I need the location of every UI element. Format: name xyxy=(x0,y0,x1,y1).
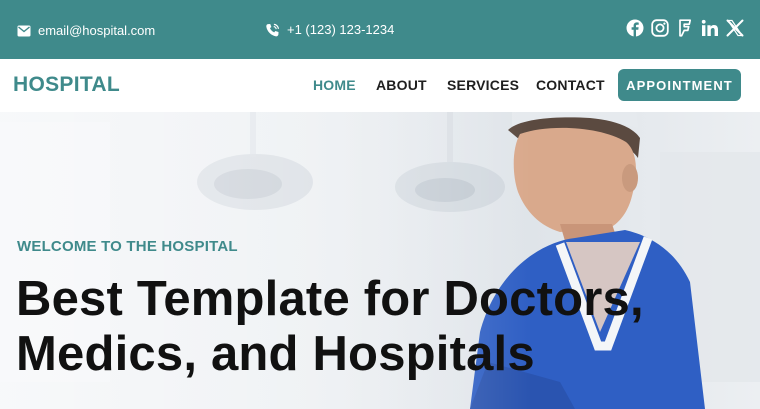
hero-eyebrow: WELCOME TO THE HOSPITAL xyxy=(17,238,238,255)
top-bar: email@hospital.com +1 (123) 123-1234 xyxy=(0,0,760,59)
instagram-icon[interactable] xyxy=(651,19,669,37)
phone-text: +1 (123) 123-1234 xyxy=(287,22,395,37)
envelope-icon xyxy=(17,25,31,37)
contact-email[interactable]: email@hospital.com xyxy=(17,22,155,40)
email-text: email@hospital.com xyxy=(38,23,156,38)
x-icon[interactable] xyxy=(726,19,744,37)
hero-section: WELCOME TO THE HOSPITAL Best Template fo… xyxy=(0,112,760,409)
contact-phone[interactable]: +1 (123) 123-1234 xyxy=(265,21,394,39)
hero-headline: Best Template for Doctors, Medics, and H… xyxy=(16,272,716,382)
nav-link-about[interactable]: ABOUT xyxy=(376,77,427,93)
hero-headline-line-2: Medics, and Hospitals xyxy=(16,327,535,381)
nav-link-contact[interactable]: CONTACT xyxy=(536,77,605,93)
site-logo[interactable]: HOSPITAL xyxy=(13,73,120,97)
appointment-button[interactable]: APPOINTMENT xyxy=(618,69,741,101)
foursquare-icon[interactable] xyxy=(676,19,694,37)
linkedin-icon[interactable] xyxy=(701,19,719,37)
nav-link-services[interactable]: SERVICES xyxy=(447,77,519,93)
facebook-icon[interactable] xyxy=(626,19,644,37)
main-navigation: HOSPITAL HOME ABOUT SERVICES CONTACT APP… xyxy=(0,59,760,112)
nav-link-home[interactable]: HOME xyxy=(313,77,356,93)
hero-headline-line-1: Best Template for Doctors, xyxy=(16,272,644,326)
social-links xyxy=(619,19,744,37)
phone-icon xyxy=(266,23,280,36)
